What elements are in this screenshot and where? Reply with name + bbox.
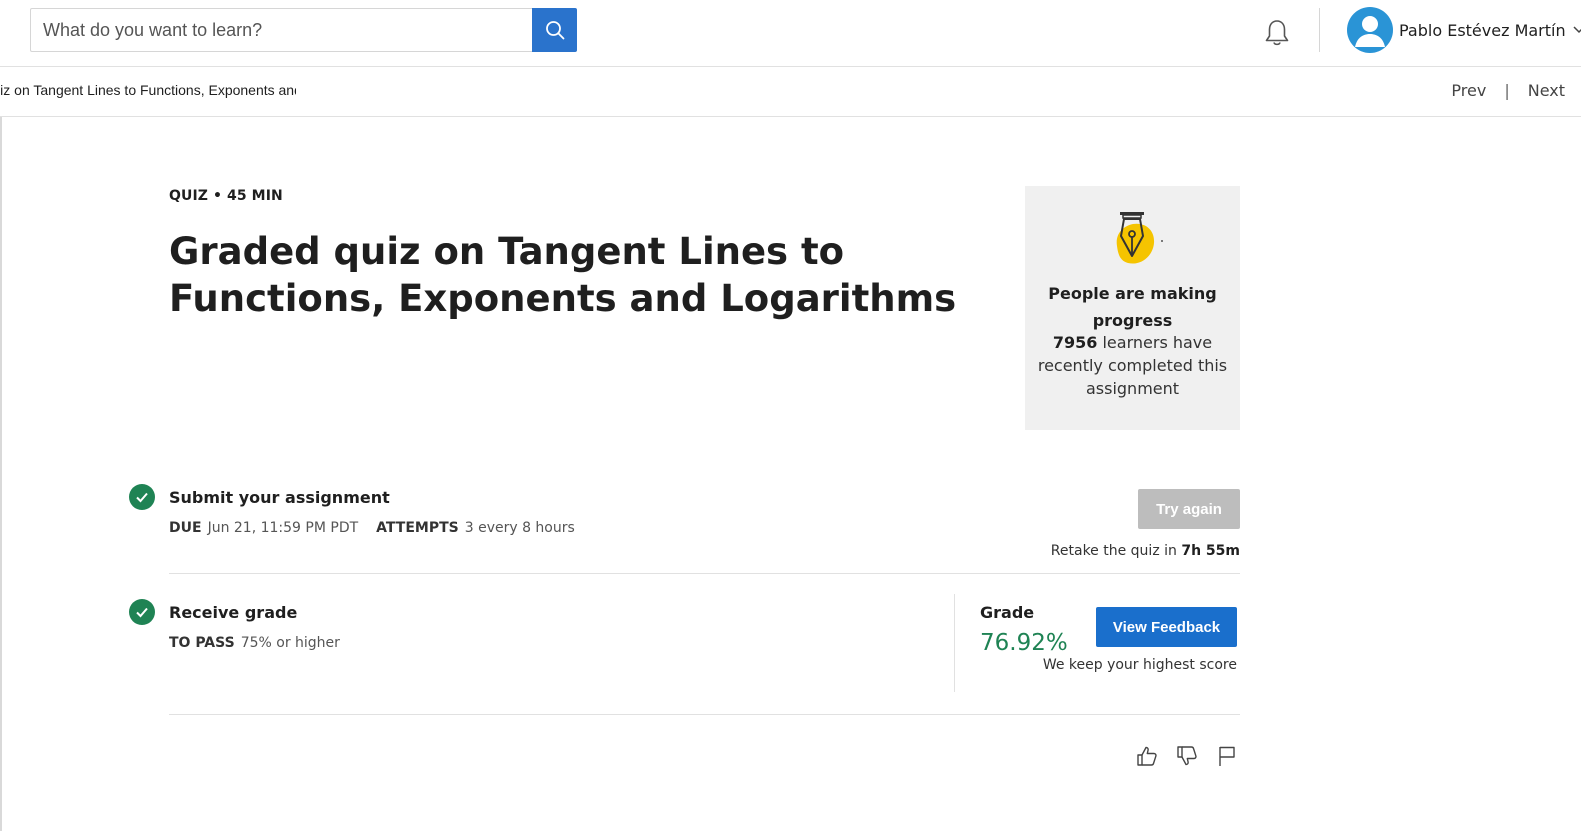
check-icon [136,607,148,618]
pen-nib-icon [1116,212,1163,264]
profile-menu[interactable]: Pablo Estévez Martín [1347,7,1581,53]
header-divider [1319,8,1320,52]
progress-heading: People are making progress [1048,284,1217,330]
due-value: Jun 21, 11:59 PM PDT [207,520,359,536]
notifications-button[interactable] [1261,16,1293,50]
highest-score-note: We keep your highest score [1042,657,1237,673]
feedback-actions [1133,742,1241,770]
left-border [0,117,2,831]
grade-divider [954,594,955,692]
progress-card: People are making progress 7956 learners… [1025,186,1240,430]
grade-label: Grade [980,603,1035,622]
thumbs-down-icon [1177,746,1197,766]
breadcrumb-title[interactable]: Graded quiz on Tangent Lines to Function… [0,82,296,98]
breadcrumb-bar: Graded quiz on Tangent Lines to Function… [0,67,1581,117]
report-button[interactable] [1213,742,1241,770]
try-again-button[interactable]: Try again [1138,489,1240,529]
attempts-label: ATTEMPTS [376,520,459,536]
submit-step-title: Submit your assignment [169,488,390,507]
prev-link[interactable]: Prev [1451,81,1486,100]
search-input[interactable] [30,8,532,52]
attempts-value: 3 every 8 hours [464,520,575,536]
bell-icon [1265,20,1289,46]
search-button[interactable] [532,8,577,52]
due-label: DUE [169,520,202,536]
page-title: Graded quiz on Tangent Lines to Function… [169,230,957,320]
retake-time: 7h 55m [1181,543,1240,559]
top-bar: Pablo Estévez Martín [0,0,1581,67]
search-icon [545,21,564,40]
pass-value: 75% or higher [240,635,340,651]
submit-step-meta: DUE Jun 21, 11:59 PM PDT ATTEMPTS 3 every 8… [169,520,575,536]
grade-value: 76.92% [980,630,1068,656]
view-feedback-button[interactable]: View Feedback [1096,607,1237,647]
learner-count: 7956 [1052,333,1098,352]
flag-icon [1219,746,1235,766]
chevron-down-icon[interactable] [1572,25,1581,35]
grade-step-meta: TO PASS 75% or higher [169,635,340,651]
avatar[interactable] [1347,7,1393,53]
user-name[interactable]: Pablo Estévez Martín [1399,21,1566,40]
retake-prefix: Retake the quiz in [1050,543,1177,559]
grade-step-title: Receive grade [169,603,298,622]
search-bar [30,8,577,52]
avatar-icon [1355,16,1385,47]
check-icon [136,492,148,503]
section-divider-bottom [169,714,1240,715]
section-divider [169,573,1240,574]
breadcrumb: Graded quiz on Tangent Lines to Function… [0,82,296,98]
next-link[interactable]: Next [1528,81,1565,100]
quiz-meta: QUIZ • 45 MIN [169,188,283,204]
grade-complete-badge [129,599,155,625]
dislike-button[interactable] [1173,742,1201,770]
like-button[interactable] [1133,742,1161,770]
pass-label: TO PASS [169,635,235,651]
submit-complete-badge [129,484,155,510]
retake-info: Retake the quiz in 7h 55m [1051,543,1240,559]
item-navigation: Prev | Next [1451,81,1565,100]
progress-text: 7956 learners have recently completed th… [1035,331,1230,400]
thumbs-up-icon [1137,746,1157,766]
nav-separator: | [1504,81,1510,100]
